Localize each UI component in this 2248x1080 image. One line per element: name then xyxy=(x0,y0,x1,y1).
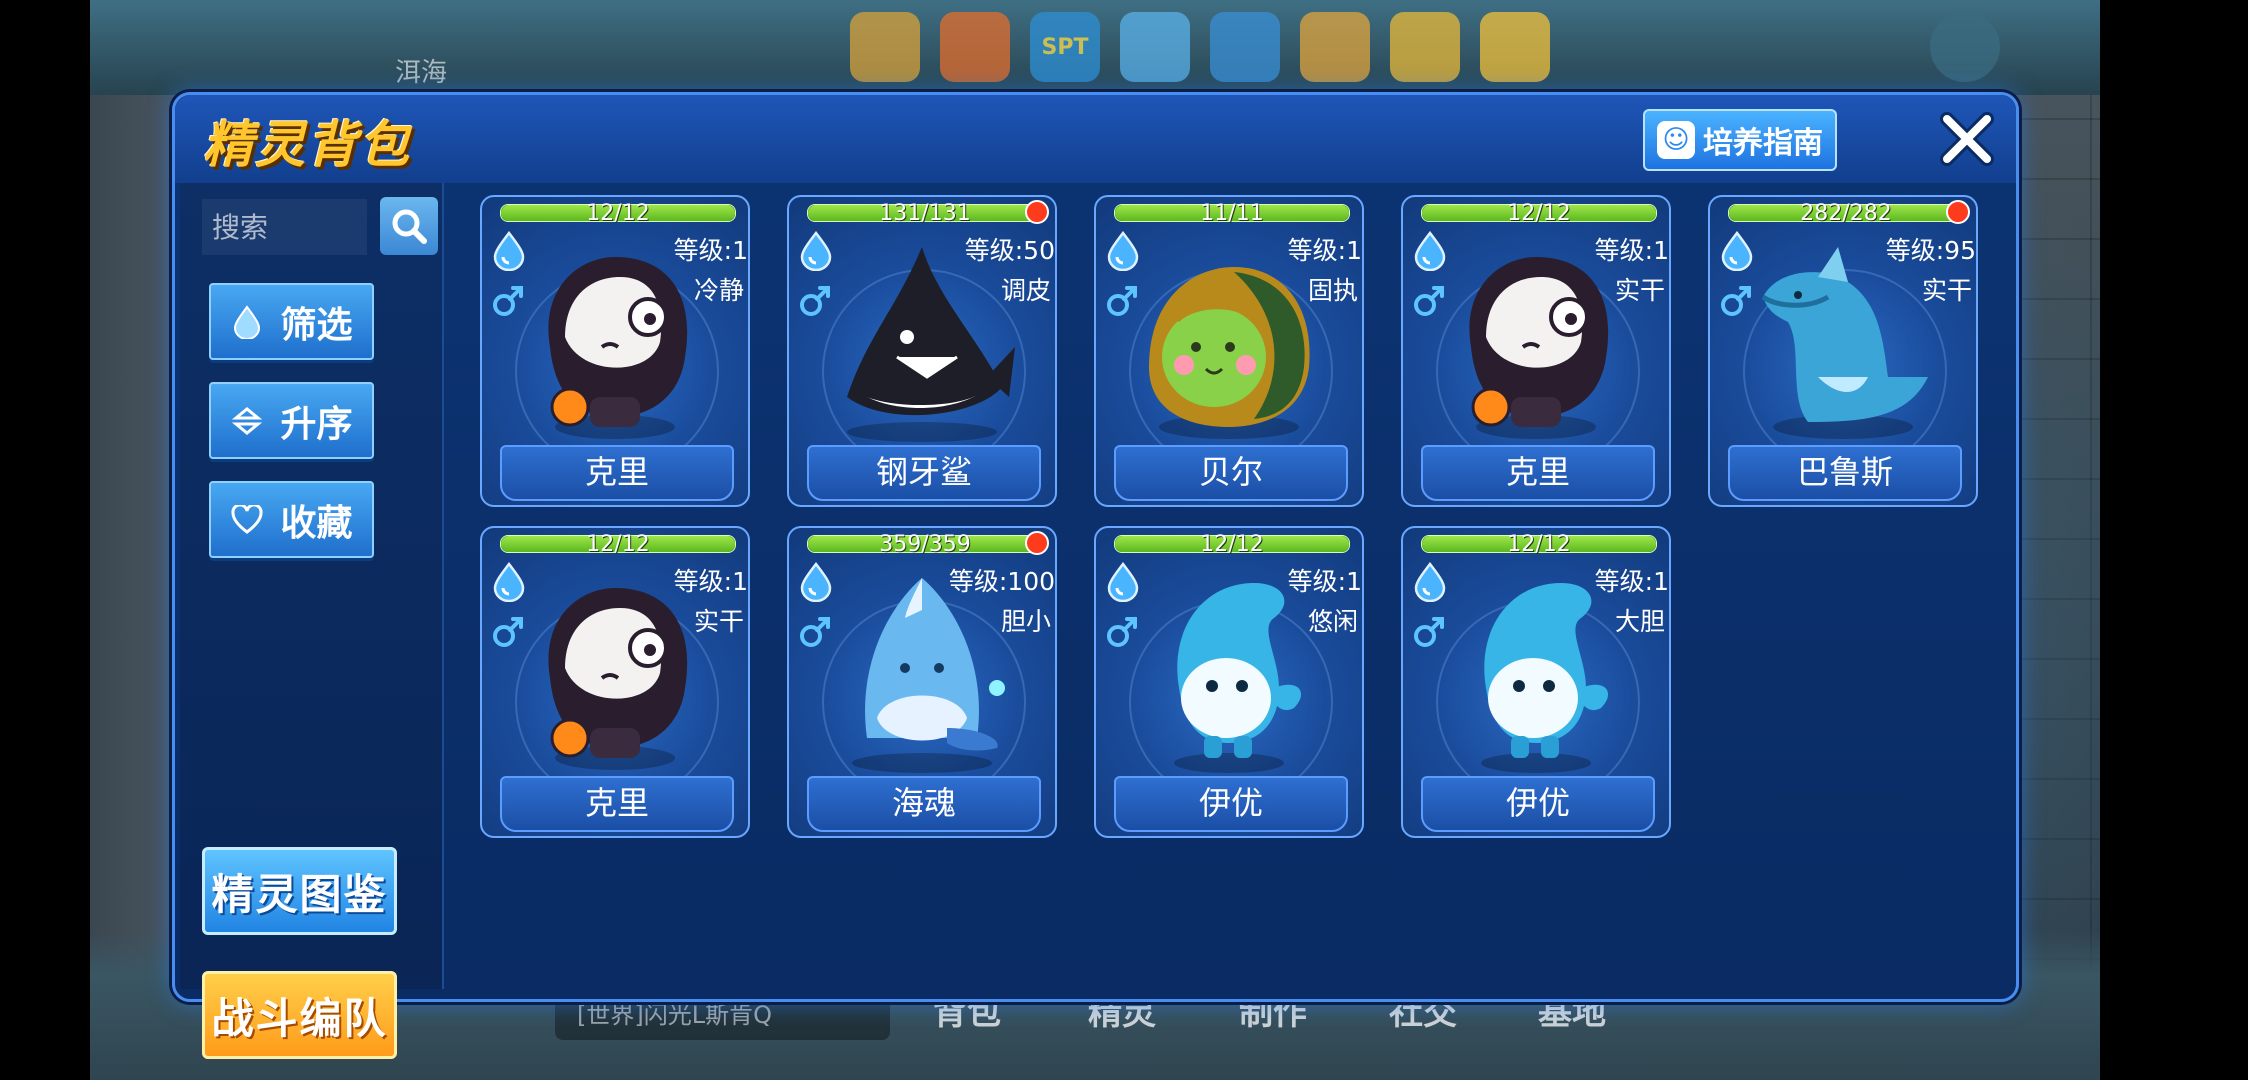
hp-bar: 12/12 xyxy=(1421,532,1657,557)
pet-name: 克里 xyxy=(500,776,734,832)
pet-card[interactable]: 12/12 等级:1 实干 克里 xyxy=(1401,195,1671,507)
pet-card[interactable]: 131/131 等级:50 调皮 钢牙鲨 xyxy=(787,195,1057,507)
pet-name: 海魂 xyxy=(807,776,1041,832)
pet-name: 伊优 xyxy=(1421,776,1655,832)
pet-card[interactable]: 12/12 等级:1 大胆 伊优 xyxy=(1401,526,1671,838)
pet-card[interactable]: 359/359 等级:100 胆小 海魂 xyxy=(787,526,1057,838)
battle-team-button[interactable]: 战斗编队 xyxy=(202,971,397,1059)
character-icon[interactable] xyxy=(1390,12,1460,82)
heart-icon xyxy=(230,503,264,537)
hp-text: 12/12 xyxy=(586,532,650,557)
hp-bar: 12/12 xyxy=(1421,201,1657,226)
search-input[interactable] xyxy=(202,199,367,255)
pet-name: 伊优 xyxy=(1114,776,1348,832)
dialog-header: 精灵背包 ☺ 培养指南 xyxy=(175,95,2016,183)
pet-card[interactable]: 282/282 等级:95 实干 巴鲁斯 xyxy=(1708,195,1978,507)
sort-arrows-icon xyxy=(230,404,264,438)
hp-bar: 131/131 xyxy=(807,201,1043,226)
event-icon[interactable] xyxy=(940,12,1010,82)
spt-icon[interactable]: SPT xyxy=(1030,12,1100,82)
hp-bar: 359/359 xyxy=(807,532,1043,557)
location-label: 洱海 xyxy=(395,58,448,88)
search-button[interactable] xyxy=(380,197,438,255)
pet-name: 克里 xyxy=(500,445,734,501)
search-icon xyxy=(392,209,427,244)
close-button[interactable] xyxy=(1935,107,1999,171)
map-pin-icon[interactable] xyxy=(1930,12,2000,82)
filter-button[interactable]: 筛选 xyxy=(209,283,374,360)
hp-bar: 12/12 xyxy=(500,532,736,557)
pet-card[interactable]: 12/12 等级:1 实干 克里 xyxy=(480,526,750,838)
filter-label: 筛选 xyxy=(280,304,353,346)
pet-name: 克里 xyxy=(1421,445,1655,501)
hp-bar: 11/11 xyxy=(1114,201,1350,226)
hp-text: 359/359 xyxy=(879,532,971,557)
spt-label: SPT xyxy=(1041,34,1089,60)
hp-text: 12/12 xyxy=(1200,532,1264,557)
pet-card[interactable]: 11/11 等级:1 固执 贝尔 xyxy=(1094,195,1364,507)
sort-label: 升序 xyxy=(280,403,353,445)
sort-button[interactable]: 升序 xyxy=(209,382,374,459)
hp-bar: 282/282 xyxy=(1728,201,1964,226)
pet-name: 巴鲁斯 xyxy=(1728,445,1962,501)
pet-card[interactable]: 12/12 等级:1 冷静 克里 xyxy=(480,195,750,507)
hp-text: 282/282 xyxy=(1800,201,1892,226)
pet-name: 钢牙鲨 xyxy=(807,445,1041,501)
sidebar: 筛选 升序 收藏 精灵图鉴 战斗编队 xyxy=(180,183,444,1059)
favorite-button[interactable]: 收藏 xyxy=(209,481,374,558)
top-hud-bar: SPT xyxy=(90,0,2100,95)
new-badge-dot xyxy=(1946,200,1970,224)
pet-card[interactable]: 12/12 等级:1 悠闲 伊优 xyxy=(1094,526,1364,838)
close-icon xyxy=(1940,112,1994,166)
new-badge-dot xyxy=(1025,200,1049,224)
hp-bar: 12/12 xyxy=(500,201,736,226)
dialog-title: 精灵背包 xyxy=(203,116,411,174)
notice-icon[interactable] xyxy=(1210,12,1280,82)
pet-name: 贝尔 xyxy=(1114,445,1348,501)
pet-bag-dialog: 精灵背包 ☺ 培养指南 筛选 xyxy=(172,92,2019,1059)
training-guide-label: 培养指南 xyxy=(1703,126,1823,161)
hp-text: 12/12 xyxy=(1507,201,1571,226)
hp-text: 131/131 xyxy=(879,201,971,226)
gift-icon[interactable] xyxy=(1120,12,1190,82)
event-icon[interactable] xyxy=(850,12,920,82)
diamond-icon[interactable] xyxy=(1480,12,1550,82)
hp-bar: 12/12 xyxy=(1114,532,1350,557)
hp-text: 12/12 xyxy=(1507,532,1571,557)
training-guide-button[interactable]: ☺ 培养指南 xyxy=(1643,109,1837,171)
hp-text: 11/11 xyxy=(1200,201,1264,226)
new-badge-dot xyxy=(1025,531,1049,555)
pet-handbook-button[interactable]: 精灵图鉴 xyxy=(202,847,397,935)
reward-icon[interactable] xyxy=(1300,12,1370,82)
favorite-label: 收藏 xyxy=(280,502,353,544)
guide-icon: ☺ xyxy=(1657,121,1695,159)
hp-text: 12/12 xyxy=(586,201,650,226)
water-drop-icon xyxy=(230,304,264,339)
